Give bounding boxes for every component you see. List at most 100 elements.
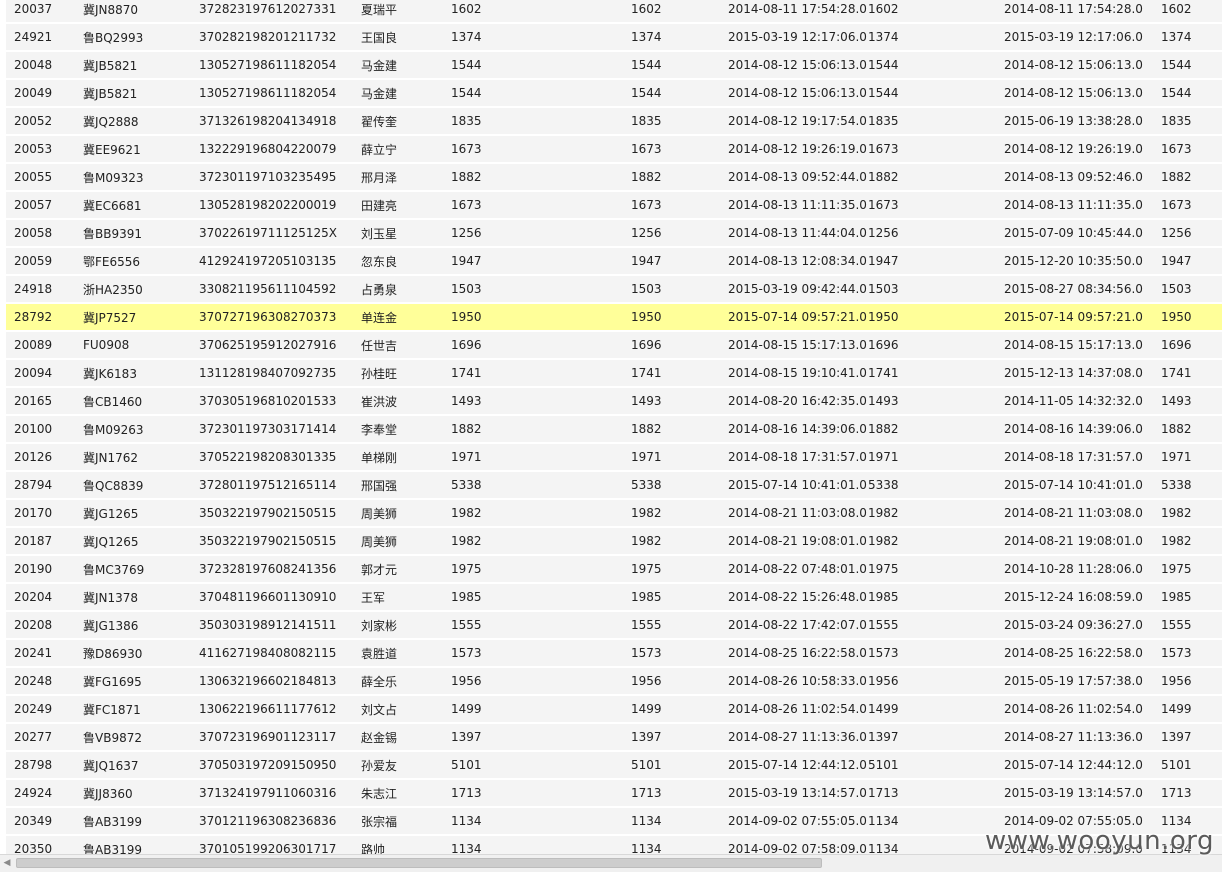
table-row[interactable]: 20058 鲁BB9391 37022619711125125X 刘玉星 1256 125… (6, 220, 1222, 248)
cell-updated-time: 2015-06-19 13:38:28.0 (1004, 108, 1161, 136)
cell-value-c: 1544 (868, 80, 1004, 108)
cell-id-number: 350322197902150515 (199, 500, 361, 528)
table-row[interactable]: 20190 鲁MC3769 372328197608241356 郭才元 1975 197… (6, 556, 1222, 584)
cell-id-number: 370105199206301717 (199, 836, 361, 854)
table-row[interactable]: 20100 鲁M09263 372301197303171414 李奉堂 1882 188… (6, 416, 1222, 444)
cell-id-number: 130622196611177612 (199, 696, 361, 724)
cell-value-c: 1982 (868, 528, 1004, 556)
cell-owner-name: 任世吉 (361, 332, 451, 360)
cell-record-id: 20049 (6, 80, 83, 108)
cell-plate-number: 冀JN8870 (83, 0, 199, 24)
cell-owner-name: 翟传奎 (361, 108, 451, 136)
cell-value-d: 1555 (1161, 612, 1222, 640)
cell-plate-number: 冀FG1695 (83, 668, 199, 696)
cell-created-time: 2014-08-11 17:54:28.0 (728, 0, 868, 24)
cell-value-b: 1713 (631, 780, 728, 808)
cell-value-b: 1985 (631, 584, 728, 612)
cell-updated-time: 2015-12-24 16:08:59.0 (1004, 584, 1161, 612)
cell-value-b: 1950 (631, 304, 728, 332)
cell-created-time: 2014-08-15 15:17:13.0 (728, 332, 868, 360)
cell-value-b: 1555 (631, 612, 728, 640)
table-row[interactable]: 28794 鲁QC8839 372801197512165114 邢国强 5338 533… (6, 472, 1222, 500)
cell-value-a: 1741 (451, 360, 631, 388)
table-row[interactable]: 20089 FU0908 370625195912027916 任世吉 1696 1696… (6, 332, 1222, 360)
horizontal-scrollbar[interactable]: ◀ (0, 854, 1222, 872)
table-row[interactable]: 24918 浙HA2350 330821195611104592 占勇泉 1503 150… (6, 276, 1222, 304)
cell-plate-number: 鲁M09323 (83, 164, 199, 192)
table-row[interactable]: 20037 冀JN8870 372823197612027331 夏瑞平 1602 160… (6, 0, 1222, 24)
cell-plate-number: 冀JN1762 (83, 444, 199, 472)
cell-created-time: 2014-08-12 15:06:13.0 (728, 80, 868, 108)
cell-plate-number: 鲁AB3199 (83, 808, 199, 836)
cell-updated-time: 2014-11-05 14:32:32.0 (1004, 388, 1161, 416)
cell-owner-name: 占勇泉 (361, 276, 451, 304)
cell-value-a: 1975 (451, 556, 631, 584)
cell-value-b: 1503 (631, 276, 728, 304)
cell-value-b: 1982 (631, 528, 728, 556)
table-row[interactable]: 20049 冀JB5821 130527198611182054 马金建 1544 154… (6, 80, 1222, 108)
cell-record-id: 20277 (6, 724, 83, 752)
cell-id-number: 130632196602184813 (199, 668, 361, 696)
cell-id-number: 130528198202200019 (199, 192, 361, 220)
cell-record-id: 20053 (6, 136, 83, 164)
cell-record-id: 20094 (6, 360, 83, 388)
cell-value-c: 5101 (868, 752, 1004, 780)
cell-value-c: 1134 (868, 808, 1004, 836)
cell-owner-name: 马金建 (361, 80, 451, 108)
cell-record-id: 20052 (6, 108, 83, 136)
cell-created-time: 2015-03-19 09:42:44.0 (728, 276, 868, 304)
cell-value-c: 1256 (868, 220, 1004, 248)
cell-id-number: 37022619711125125X (199, 220, 361, 248)
cell-updated-time: 2015-05-19 17:57:38.0 (1004, 668, 1161, 696)
chevron-left-icon[interactable]: ◀ (2, 858, 12, 868)
cell-owner-name: 袁胜道 (361, 640, 451, 668)
cell-owner-name: 刘玉星 (361, 220, 451, 248)
cell-id-number: 372301197303171414 (199, 416, 361, 444)
table-row[interactable]: 24924 冀JJ8360 371324197911060316 朱志江 1713 171… (6, 780, 1222, 808)
table-row[interactable]: 20249 冀FC1871 130622196611177612 刘文占 1499 149… (6, 696, 1222, 724)
cell-value-c: 1134 (868, 836, 1004, 854)
cell-created-time: 2015-03-19 12:17:06.0 (728, 24, 868, 52)
table-row[interactable]: 24921 鲁BQ2993 370282198201211732 王国良 1374 137… (6, 24, 1222, 52)
table-row[interactable]: 20165 鲁CB1460 370305196810201533 崔洪波 1493 149… (6, 388, 1222, 416)
table-row[interactable]: 20187 冀JQ1265 350322197902150515 周美狮 1982 198… (6, 528, 1222, 556)
cell-updated-time: 2015-03-19 12:17:06.0 (1004, 24, 1161, 52)
cell-value-d: 5101 (1161, 752, 1222, 780)
cell-id-number: 371326198204134918 (199, 108, 361, 136)
table-row[interactable]: 20059 鄂FE6556 412924197205103135 忽东良 1947 194… (6, 248, 1222, 276)
table-row[interactable]: 28792 冀JP7527 370727196308270373 单连金 1950 195… (6, 304, 1222, 332)
table-row[interactable]: 20170 冀JG1265 350322197902150515 周美狮 1982 198… (6, 500, 1222, 528)
table-row[interactable]: 20277 鲁VB9872 370723196901123117 赵金锡 1397 139… (6, 724, 1222, 752)
table-row[interactable]: 20126 冀JN1762 370522198208301335 单梯刚 1971 197… (6, 444, 1222, 472)
cell-value-d: 1882 (1161, 164, 1222, 192)
cell-updated-time: 2015-07-14 12:44:12.0 (1004, 752, 1161, 780)
cell-owner-name: 忽东良 (361, 248, 451, 276)
table-row[interactable]: 20057 冀EC6681 130528198202200019 田建亮 1673 167… (6, 192, 1222, 220)
table-row[interactable]: 20055 鲁M09323 372301197103235495 邢月泽 1882 188… (6, 164, 1222, 192)
cell-value-a: 5101 (451, 752, 631, 780)
cell-created-time: 2014-08-13 09:52:44.0 (728, 164, 868, 192)
cell-record-id: 20241 (6, 640, 83, 668)
cell-id-number: 411627198408082115 (199, 640, 361, 668)
table-row[interactable]: 20094 冀JK6183 131128198407092735 孙桂旺 1741 174… (6, 360, 1222, 388)
table-row[interactable]: 20204 冀JN1378 370481196601130910 王军 1985 1985… (6, 584, 1222, 612)
cell-value-a: 1950 (451, 304, 631, 332)
table-row[interactable]: 20248 冀FG1695 130632196602184813 薛全乐 1956 195… (6, 668, 1222, 696)
table-row[interactable]: 20052 冀JQ2888 371326198204134918 翟传奎 1835 183… (6, 108, 1222, 136)
table-row[interactable]: 20208 冀JG1386 350303198912141511 刘家彬 1555 155… (6, 612, 1222, 640)
cell-value-a: 1544 (451, 80, 631, 108)
cell-owner-name: 崔洪波 (361, 388, 451, 416)
scrollbar-thumb[interactable] (16, 858, 822, 868)
table-row[interactable]: 20048 冀JB5821 130527198611182054 马金建 1544 154… (6, 52, 1222, 80)
cell-updated-time: 2014-08-13 09:52:46.0 (1004, 164, 1161, 192)
table-row[interactable]: 28798 冀JQ1637 370503197209150950 孙爱友 5101 510… (6, 752, 1222, 780)
cell-record-id: 28792 (6, 304, 83, 332)
table-row[interactable]: 20241 豫D86930 411627198408082115 袁胜道 1573 157… (6, 640, 1222, 668)
cell-created-time: 2014-08-18 17:31:57.0 (728, 444, 868, 472)
cell-created-time: 2014-08-20 16:42:35.0 (728, 388, 868, 416)
cell-plate-number: 冀JQ1265 (83, 528, 199, 556)
cell-plate-number: 冀JG1386 (83, 612, 199, 640)
cell-updated-time: 2014-08-12 15:06:13.0 (1004, 80, 1161, 108)
table-row[interactable]: 20053 冀EE9621 132229196804220079 薛立宁 1673 167… (6, 136, 1222, 164)
cell-value-b: 1602 (631, 0, 728, 24)
